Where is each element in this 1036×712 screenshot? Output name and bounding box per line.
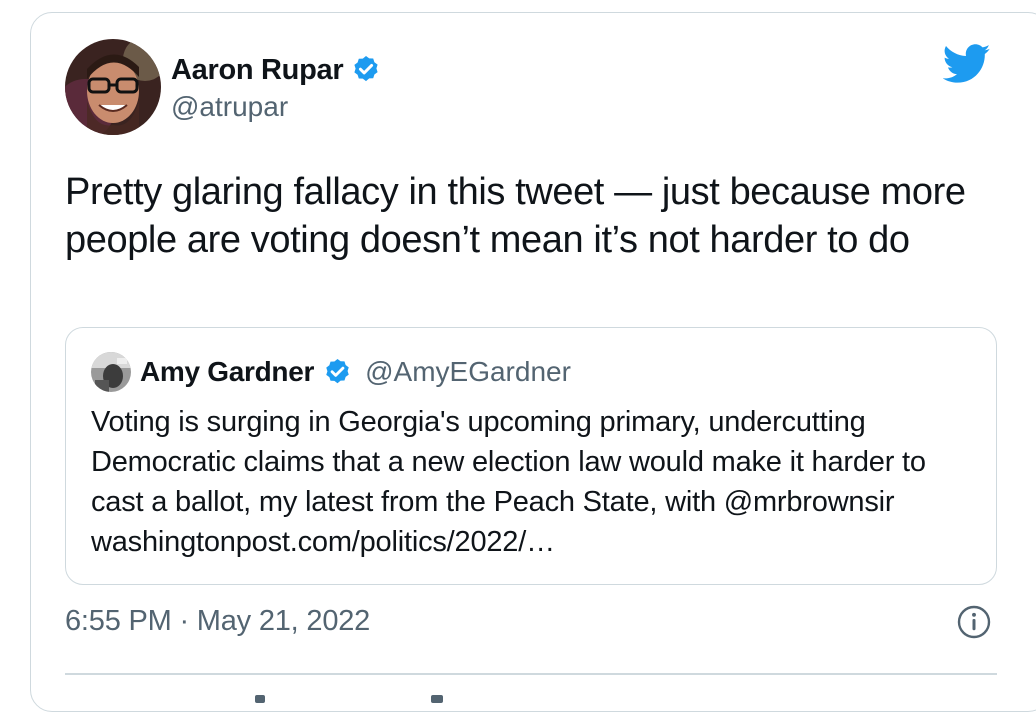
author-info[interactable]: Aaron Rupar @atrupar [171,53,382,123]
quoted-author-name[interactable]: Amy Gardner [140,356,314,388]
quoted-author-avatar[interactable] [91,352,131,392]
verified-badge-icon [354,56,378,82]
cut-off-action-icon[interactable] [255,695,265,703]
quoted-tweet[interactable]: Amy Gardner @AmyEGardner Voting is surgi… [65,327,997,585]
author-handle[interactable]: @atrupar [171,91,382,123]
quoted-author-handle[interactable]: @AmyEGardner [365,356,571,388]
info-icon[interactable] [956,604,992,640]
embedded-tweet-card[interactable]: Aaron Rupar @atrupar Pretty glaring fall… [30,12,1036,712]
author-avatar[interactable] [65,39,161,135]
cut-off-action-label [431,695,443,703]
verified-badge-icon [326,358,349,383]
quoted-author-row[interactable]: Amy Gardner @AmyEGardner [140,352,571,392]
quoted-tweet-text: Voting is surging in Georgia's upcoming … [91,406,926,558]
tweet-timestamp[interactable]: 6:55 PM · May 21, 2022 [65,605,370,638]
action-divider [65,673,997,675]
author-name-row[interactable]: Aaron Rupar [171,53,382,87]
author-name[interactable]: Aaron Rupar [171,54,344,87]
twitter-bird-icon[interactable] [943,44,991,84]
tweet-text: Pretty glaring fallacy in this tweet — j… [65,171,966,261]
